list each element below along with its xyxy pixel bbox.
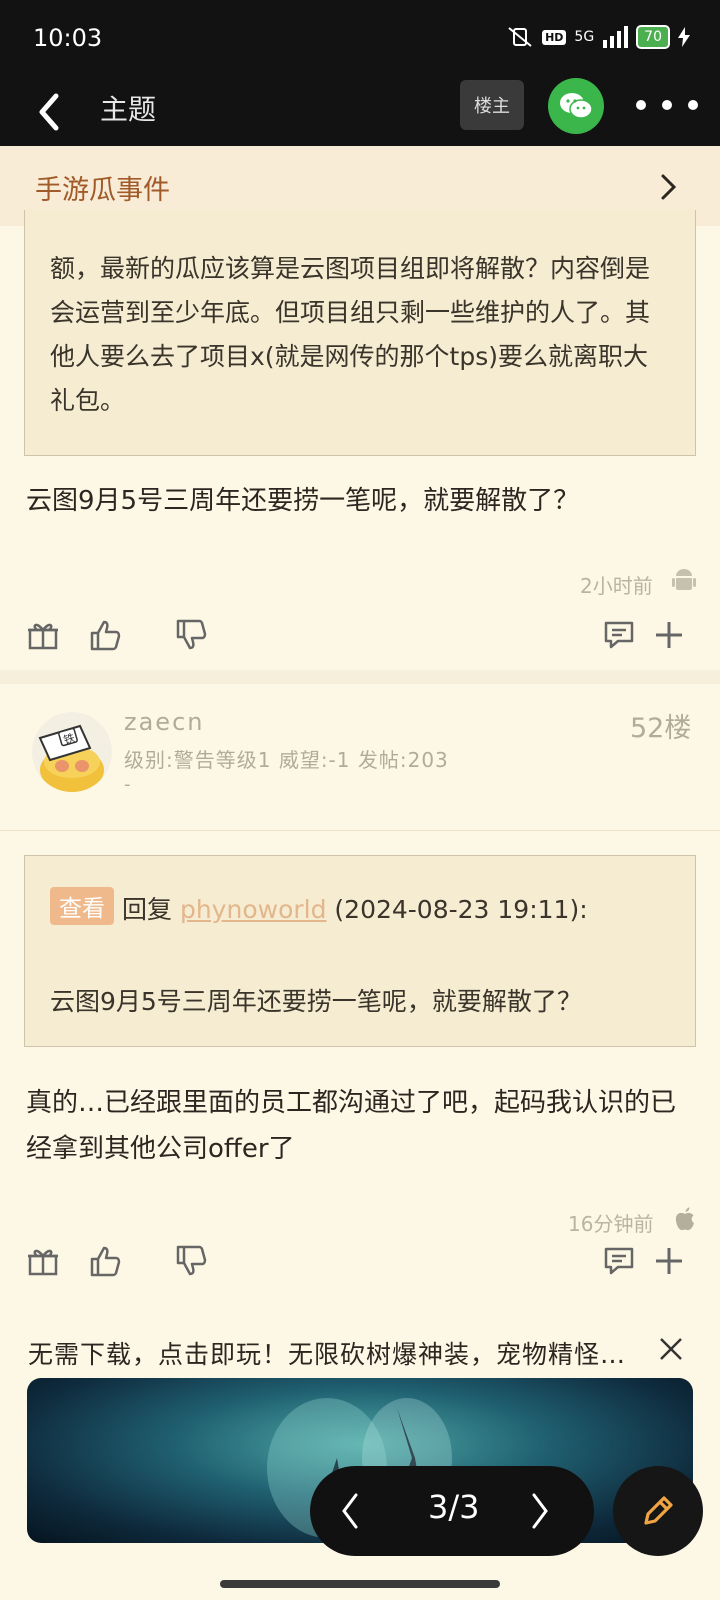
plus-icon[interactable] [652,618,686,652]
quote-box [24,855,696,1047]
vibrate-icon [508,27,532,47]
comment-icon[interactable] [602,1244,636,1278]
user-extra: - [124,774,131,795]
user-info: 级别:警告等级1 威望:-1 发帖:203 [124,748,449,772]
hd-badge: HD [542,29,567,45]
android-icon [672,569,696,590]
post-actions [0,614,720,658]
quote-text: 云图9月5号三周年还要捞一笔呢，就要解散了？ [50,987,582,1016]
post-time: 2小时前 [580,574,653,598]
gift-icon[interactable] [26,618,60,652]
page-navigator: 3/3 [310,1466,594,1556]
avatar-duck-icon: 铁 [38,724,104,792]
header-separator [0,830,720,831]
reply-header: 回复 phynoworld (2024-08-23 19:11): [122,890,588,926]
category-label[interactable]: 手游瓜事件 [35,168,170,207]
battery-indicator: 70 [636,25,670,49]
post-time: 16分钟前 [568,1212,654,1236]
avatar[interactable]: 铁 [32,712,112,792]
wechat-icon [560,93,593,119]
thumbs-down-icon[interactable] [174,1244,208,1278]
thumbs-up-icon[interactable] [88,618,122,652]
next-page-icon[interactable] [528,1491,552,1531]
back-icon[interactable] [30,90,70,134]
page-indicator[interactable]: 3/3 [428,1488,480,1526]
prev-page-icon[interactable] [338,1491,362,1531]
post-divider [0,670,720,684]
status-time: 10:03 [33,24,103,52]
plus-icon[interactable] [652,1244,686,1278]
post-body: 真的…已经跟里面的员工都沟通过了吧，起码我认识的已经拿到其他公司offer了 [26,1088,677,1164]
home-indicator[interactable] [220,1580,500,1588]
thumbs-up-icon[interactable] [88,1244,122,1278]
chevron-right-icon[interactable] [660,172,678,202]
quote-text: 额，最新的瓜应该算是云图项目组即将解散？内容倒是会运营到至少年底。但项目组只剩一… [50,254,651,415]
edit-icon [644,1496,673,1525]
thumbs-down-icon[interactable] [174,618,208,652]
reply-prefix: 回复 [122,895,173,924]
reply-user-link[interactable]: phynoworld [180,895,326,924]
ad-text[interactable]: 无需下载，点击即玩！无限砍树爆神装，宠物精怪… [28,1335,626,1371]
apple-icon [675,1207,694,1231]
gift-icon[interactable] [26,1244,60,1278]
charging-icon [678,27,690,47]
signal-icon [603,26,629,48]
status-icons: HD 5G 70 [506,22,690,52]
wechat-share-button[interactable] [548,78,604,134]
view-button[interactable]: 查看 [50,887,114,925]
post-body: 云图9月5号三周年还要捞一笔呢，就要解散了？ [26,486,580,516]
username[interactable]: zaecn [124,708,204,736]
more-icon[interactable] [636,90,698,120]
page-title: 主题 [100,93,157,126]
post-actions [0,1240,720,1284]
owner-only-button[interactable]: 楼主 [460,80,524,130]
close-icon[interactable] [658,1336,684,1362]
comment-icon[interactable] [602,618,636,652]
compose-button[interactable] [613,1466,703,1556]
network-label: 5G [574,29,595,45]
floor-number: 52楼 [630,713,692,744]
reply-date: (2024-08-23 19:11): [334,895,588,924]
